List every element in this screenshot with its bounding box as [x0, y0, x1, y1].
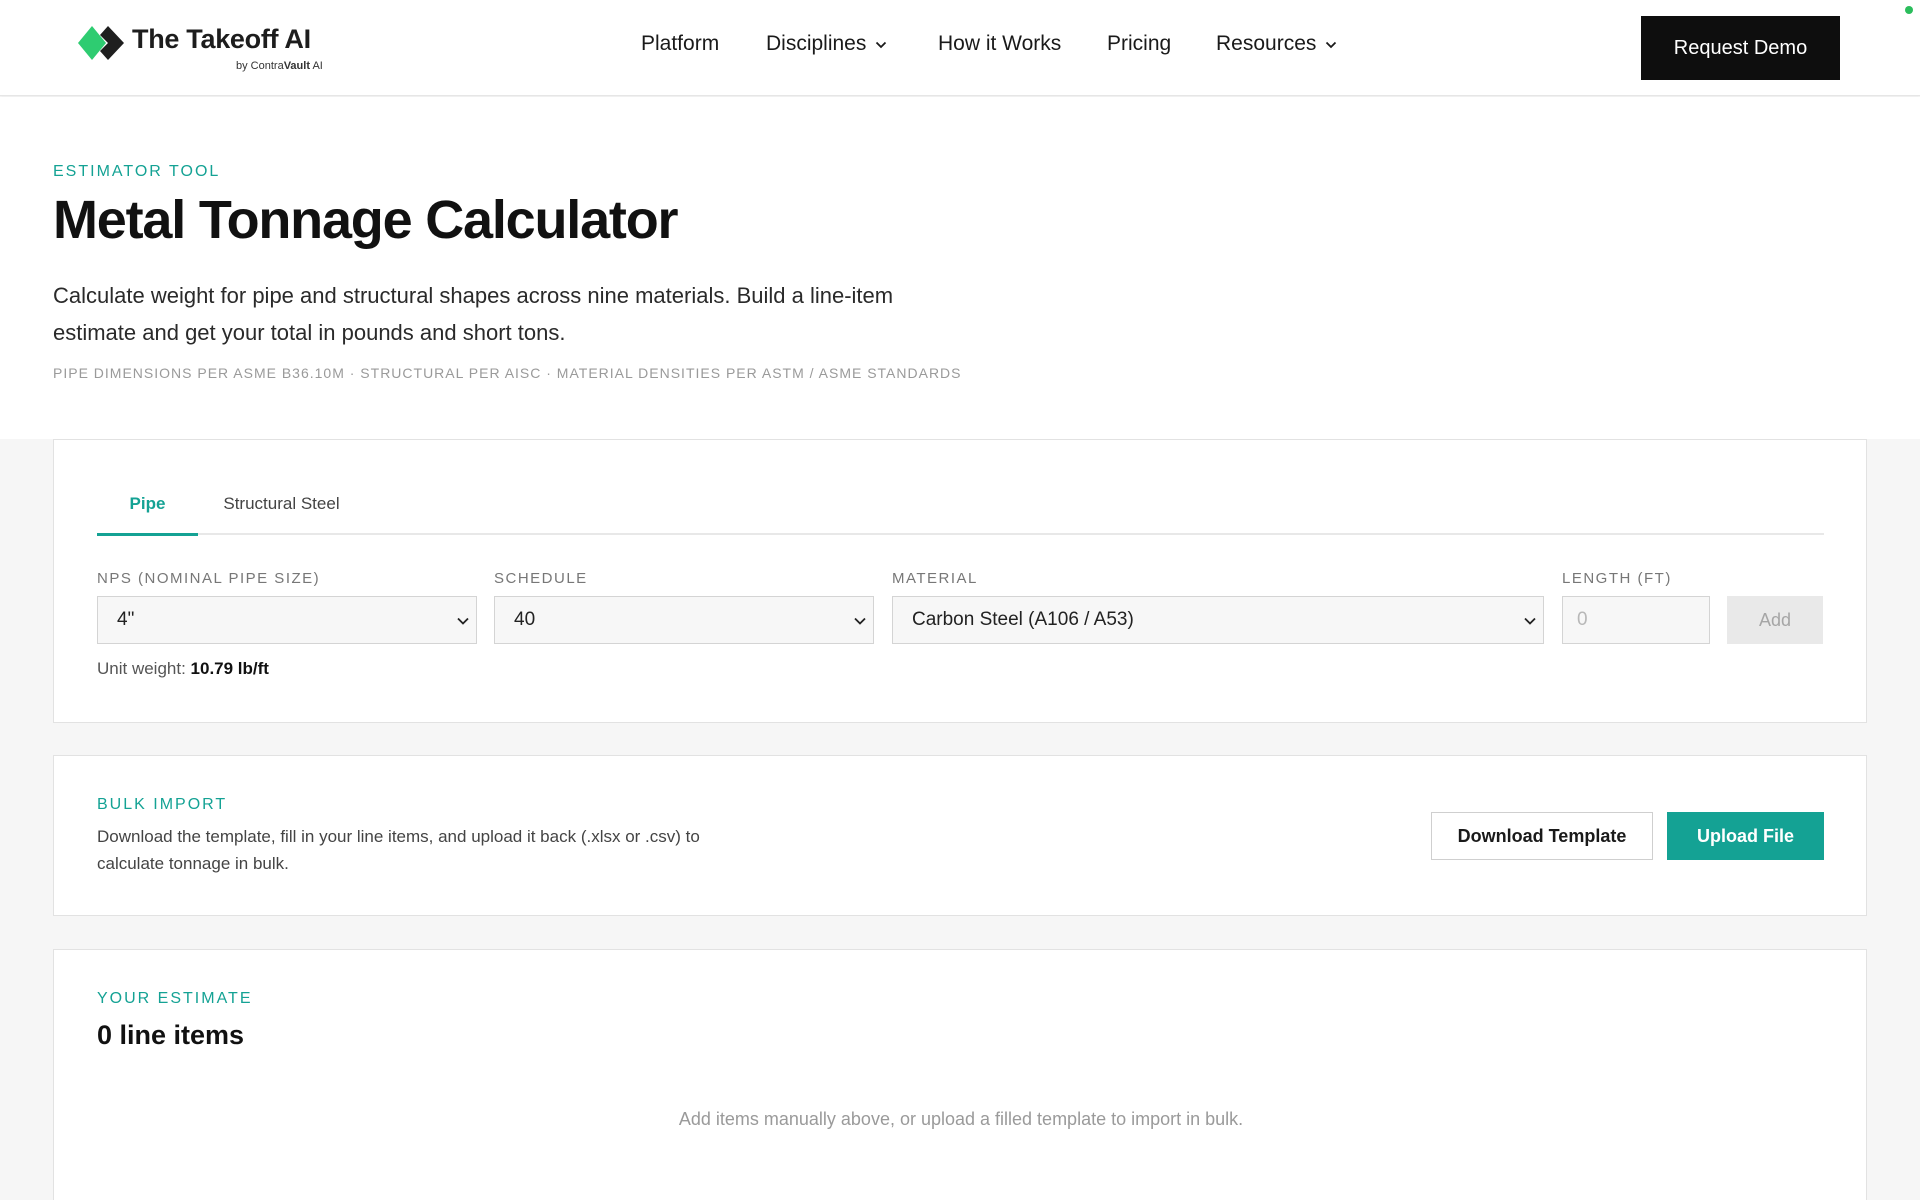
- nav-item-resources[interactable]: Resources: [1216, 32, 1337, 56]
- length-input[interactable]: [1562, 596, 1710, 644]
- material-value: Carbon Steel (A106 / A53): [912, 609, 1134, 630]
- nps-value: 4": [117, 609, 135, 630]
- site-header: The Takeoff AI by ContraVault AI Platfor…: [0, 0, 1920, 96]
- unit-weight-label: Unit weight:: [97, 659, 191, 678]
- brand-title: The Takeoff AI: [132, 24, 311, 54]
- select-arrow-icon: [457, 617, 469, 625]
- calculator-card: Pipe Structural Steel NPS (NOMINAL PIPE …: [53, 439, 1867, 723]
- schedule-value: 40: [514, 609, 536, 630]
- page-title: Metal Tonnage Calculator: [53, 190, 678, 250]
- nps-label: NPS (NOMINAL PIPE SIZE): [97, 570, 321, 587]
- nav-item-disciplines[interactable]: Disciplines: [766, 32, 887, 56]
- upload-file-button[interactable]: Upload File: [1667, 812, 1824, 860]
- estimate-card: YOUR ESTIMATE 0 line items Add items man…: [53, 949, 1867, 1200]
- unit-weight: Unit weight: 10.79 lb/ft: [97, 659, 269, 679]
- nav-item-pricing[interactable]: Pricing: [1107, 32, 1171, 56]
- schedule-label: SCHEDULE: [494, 570, 588, 587]
- add-button[interactable]: Add: [1727, 596, 1823, 644]
- material-select[interactable]: Carbon Steel (A106 / A53): [892, 596, 1544, 644]
- standards-note: PIPE DIMENSIONS PER ASME B36.10M · STRUC…: [53, 365, 962, 381]
- logo-mark-icon: [78, 26, 124, 60]
- brand-logo[interactable]: The Takeoff AI by ContraVault AI: [78, 22, 348, 76]
- brand-subtitle: by ContraVault AI: [236, 60, 323, 72]
- nps-select[interactable]: 4": [97, 596, 477, 644]
- select-arrow-icon: [1524, 617, 1536, 625]
- bulk-eyebrow: BULK IMPORT: [97, 796, 228, 813]
- status-dot: [1905, 6, 1913, 14]
- hero-description: Calculate weight for pipe and structural…: [53, 283, 894, 345]
- nav-item-platform[interactable]: Platform: [641, 32, 719, 56]
- request-demo-button[interactable]: Request Demo: [1641, 16, 1840, 80]
- chevron-down-icon: [1326, 41, 1337, 49]
- bulk-description: Download the template, fill in your line…: [97, 827, 700, 873]
- unit-weight-value: 10.79 lb/ft: [190, 659, 269, 678]
- schedule-select[interactable]: 40: [494, 596, 874, 644]
- length-label: LENGTH (FT): [1562, 570, 1672, 587]
- download-template-button[interactable]: Download Template: [1431, 812, 1653, 860]
- chevron-down-icon: [876, 41, 887, 49]
- tab-pipe[interactable]: Pipe: [97, 490, 198, 536]
- nav-item-how-it-works[interactable]: How it Works: [938, 32, 1061, 56]
- calculator-tabs: Pipe Structural Steel: [97, 490, 1824, 536]
- line-item-count: 0 line items: [97, 1020, 245, 1050]
- bulk-import-card: BULK IMPORT Download the template, fill …: [53, 755, 1867, 916]
- hero-section: ESTIMATOR TOOL Metal Tonnage Calculator …: [0, 97, 1920, 439]
- empty-state-message: Add items manually above, or upload a fi…: [678, 1109, 1244, 1129]
- tab-structural-steel[interactable]: Structural Steel: [198, 490, 365, 535]
- material-label: MATERIAL: [892, 570, 978, 587]
- hero-eyebrow: ESTIMATOR TOOL: [53, 163, 221, 180]
- select-arrow-icon: [854, 617, 866, 625]
- estimate-eyebrow: YOUR ESTIMATE: [97, 990, 253, 1007]
